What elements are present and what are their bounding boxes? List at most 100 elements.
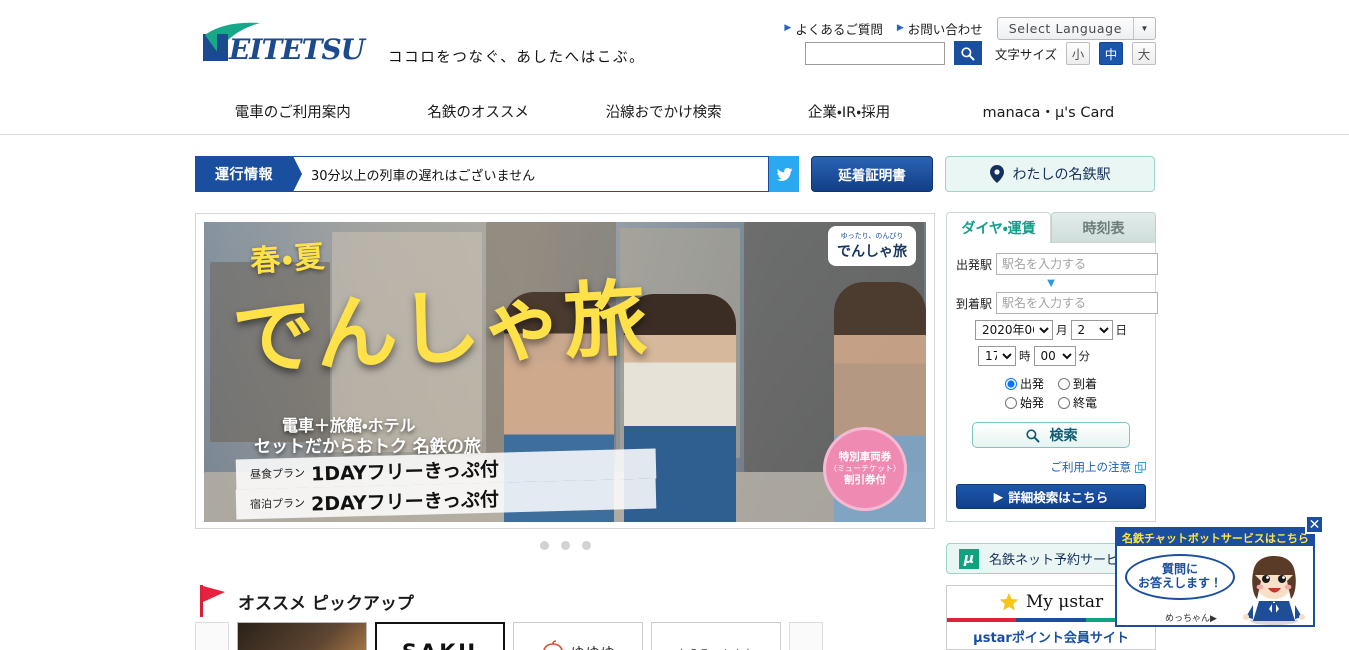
global-navigation: 電車のご利用案内 名鉄のオススメ 沿線おでかけ検索 企業・IR・採用 manac… [0,88,1349,135]
hero-badge-densha-big: でんしゃ旅 [837,244,907,260]
usage-note-link[interactable]: ご利用上の注意 [1051,459,1132,475]
hero-slide-image: ゆったり、のんびり でんしゃ旅 春・夏 でんしゃ旅 電車＋旅館・ホテル セットだ… [204,222,926,522]
triangle-right-icon: ▶ [896,23,904,33]
search-mode-radios: 出発 到着 始発 終電 [956,375,1146,411]
service-status-bar: 運行情報 30分以上の列車の遅れはございません 延着証明書 わたしの名鉄駅 [195,156,1155,192]
day-select[interactable]: 2 [1070,320,1113,340]
radio-departure-label: 出発 [1019,377,1044,391]
tab-schedule[interactable]: 時刻表 [1051,212,1156,243]
twitter-link[interactable] [769,156,799,192]
detailed-search-button[interactable]: ▶ 詳細検索はこちら [956,484,1146,509]
hero-badge-densha: ゆったり、のんびり でんしゃ旅 [828,226,916,266]
pickup-next-button[interactable] [789,622,823,650]
contact-link[interactable]: ▶ お問い合わせ [897,19,983,38]
my-station-label: わたしの名鉄駅 [1012,167,1111,183]
swap-direction-icon[interactable]: ▼ [956,276,1146,289]
triangle-right-icon: ▶ [993,489,1004,504]
search-icon [961,46,975,60]
hero-badge-discount-line2: （ミューチケット） [829,464,901,473]
chatbot-speech-bubble: 質問に お答えします！ [1125,554,1235,600]
search-input[interactable] [804,41,945,65]
meitetsu-mu-logo-icon: μ [959,548,979,569]
status-badge: 運行情報 [195,156,302,192]
chatbot-popup[interactable]: 名鉄チャットボットサービスはこちら 質問に お答えします！ めっちゃん▶ [1115,527,1315,627]
mystar-title: My μstar [1025,592,1104,612]
font-size-medium-button[interactable]: 中 [1099,41,1123,65]
external-link-icon [1135,461,1146,473]
route-search-panel: ダイヤ・運賃 時刻表 出発駅 ▼ 到着駅 2020年06 月 2 [946,212,1159,522]
page-title: オススメ ピックアップ [238,593,414,614]
pickup-card-4[interactable]: つかえるエキナカ。 [651,622,781,650]
route-search-tabs: ダイヤ・運賃 時刻表 [946,212,1156,243]
radio-arrival[interactable]: 到着 [1058,375,1097,392]
hero-plan-lunch-label: 昼食プラン [249,466,306,482]
route-search-button[interactable]: 検索 [972,422,1130,448]
date-selector-row: 2020年06 月 2 日 [956,320,1146,340]
hero-carousel[interactable]: ゆったり、のんびり でんしゃ旅 春・夏 でんしゃ旅 電車＋旅館・ホテル セットだ… [195,213,935,529]
search-button[interactable] [953,41,982,65]
year-month-select[interactable]: 2020年06 [975,320,1053,340]
carousel-dots [195,541,935,550]
delay-certificate-button[interactable]: 延着証明書 [811,156,933,192]
usage-note-row: ご利用上の注意 [956,459,1146,475]
hero-plan-lunch-value: 1DAYフリーきっぷ付 [310,458,500,486]
arrival-station-input[interactable] [996,292,1159,314]
star-icon [999,592,1019,611]
nav-item-manaca-card[interactable]: manaca・μ's Card [942,101,1155,122]
tab-timetable-fare[interactable]: ダイヤ・運賃 [946,212,1051,243]
radio-first-train-input[interactable] [1004,396,1017,409]
departure-label: 出発駅 [956,257,993,272]
radio-departure-input[interactable] [1004,377,1017,390]
radio-departure[interactable]: 出発 [1004,375,1044,392]
flag-icon [200,585,225,617]
minute-unit-label: 分 [1078,349,1091,363]
hour-unit-label: 時 [1019,349,1031,363]
map-pin-icon [989,165,1004,183]
nav-item-train-guide[interactable]: 電車のご利用案内 [200,101,385,122]
twitter-icon [776,167,792,181]
font-size-small-button[interactable]: 小 [1066,41,1090,65]
hero-plan-stay-label: 宿泊プラン [249,496,306,512]
header-search-row: 文字サイズ 小 中 大 [804,41,1156,65]
faq-link[interactable]: ▶ よくあるご質問 [784,19,882,38]
carousel-dot-2[interactable] [560,541,570,550]
close-icon[interactable]: ✕ [1305,515,1324,534]
pickup-card-4-label: つかえるエキナカ。 [667,645,766,650]
my-station-button[interactable]: わたしの名鉄駅 [945,156,1155,192]
pickup-prev-button[interactable] [195,622,229,650]
carousel-dot-3[interactable] [581,541,591,550]
day-unit-label: 日 [1115,323,1128,337]
arrival-field-row: 到着駅 [956,292,1159,314]
pickup-card-3[interactable]: ゆゆゆ [513,622,643,650]
search-icon [1025,428,1039,442]
pickup-card-row: SAKU ゆゆゆ つかえるエキナカ。 [195,622,935,650]
nav-item-outing-search[interactable]: 沿線おでかけ検索 [571,101,756,122]
route-search-body: 出発駅 ▼ 到着駅 2020年06 月 2 日 17 [946,243,1159,522]
hero-badge-densha-small: ゆったり、のんびり [840,232,904,240]
site-header: EITETSU ココロをつなぐ、あしたへはこぶ。 ▶ よくあるご質問 ▶ お問い… [0,0,1349,88]
radio-last-train[interactable]: 終電 [1058,394,1097,411]
pickup-card-1[interactable] [237,622,367,650]
meitetsu-logo[interactable]: EITETSU [200,22,370,66]
contact-label: お問い合わせ [907,22,983,37]
chatbot-mascot-icon [1243,556,1305,625]
minute-select[interactable]: 00 [1033,346,1076,366]
hero-plan-stay-value: 2DAYフリーきっぷ付 [310,488,500,516]
font-size-large-button[interactable]: 大 [1132,41,1156,65]
nav-item-recommendations[interactable]: 名鉄のオススメ [385,101,570,122]
chatbot-bubble-line2: お答えします！ [1137,576,1222,590]
radio-arrival-input[interactable] [1058,377,1070,390]
language-selector[interactable]: Select Language ▼ [996,17,1156,40]
site-tagline: ココロをつなぐ、あしたへはこぶ。 [388,50,646,66]
carousel-dot-1[interactable] [539,541,549,550]
mystar-subtitle: μstarポイント会員サイト [973,631,1129,646]
page-root: EITETSU ココロをつなぐ、あしたへはこぶ。 ▶ よくあるご質問 ▶ お問い… [0,0,1349,650]
radio-first-train[interactable]: 始発 [1004,394,1044,411]
radio-last-train-input[interactable] [1058,396,1070,409]
nav-item-corporate-ir[interactable]: 企業・IR・採用 [756,101,941,122]
departure-station-input[interactable] [996,253,1159,275]
pickup-card-2[interactable]: SAKU [375,622,505,650]
hour-select[interactable]: 17 [978,346,1016,366]
hero-title-main: でんしゃ旅 [230,271,650,388]
chatbot-character-name: めっちゃん▶ [1165,614,1217,624]
